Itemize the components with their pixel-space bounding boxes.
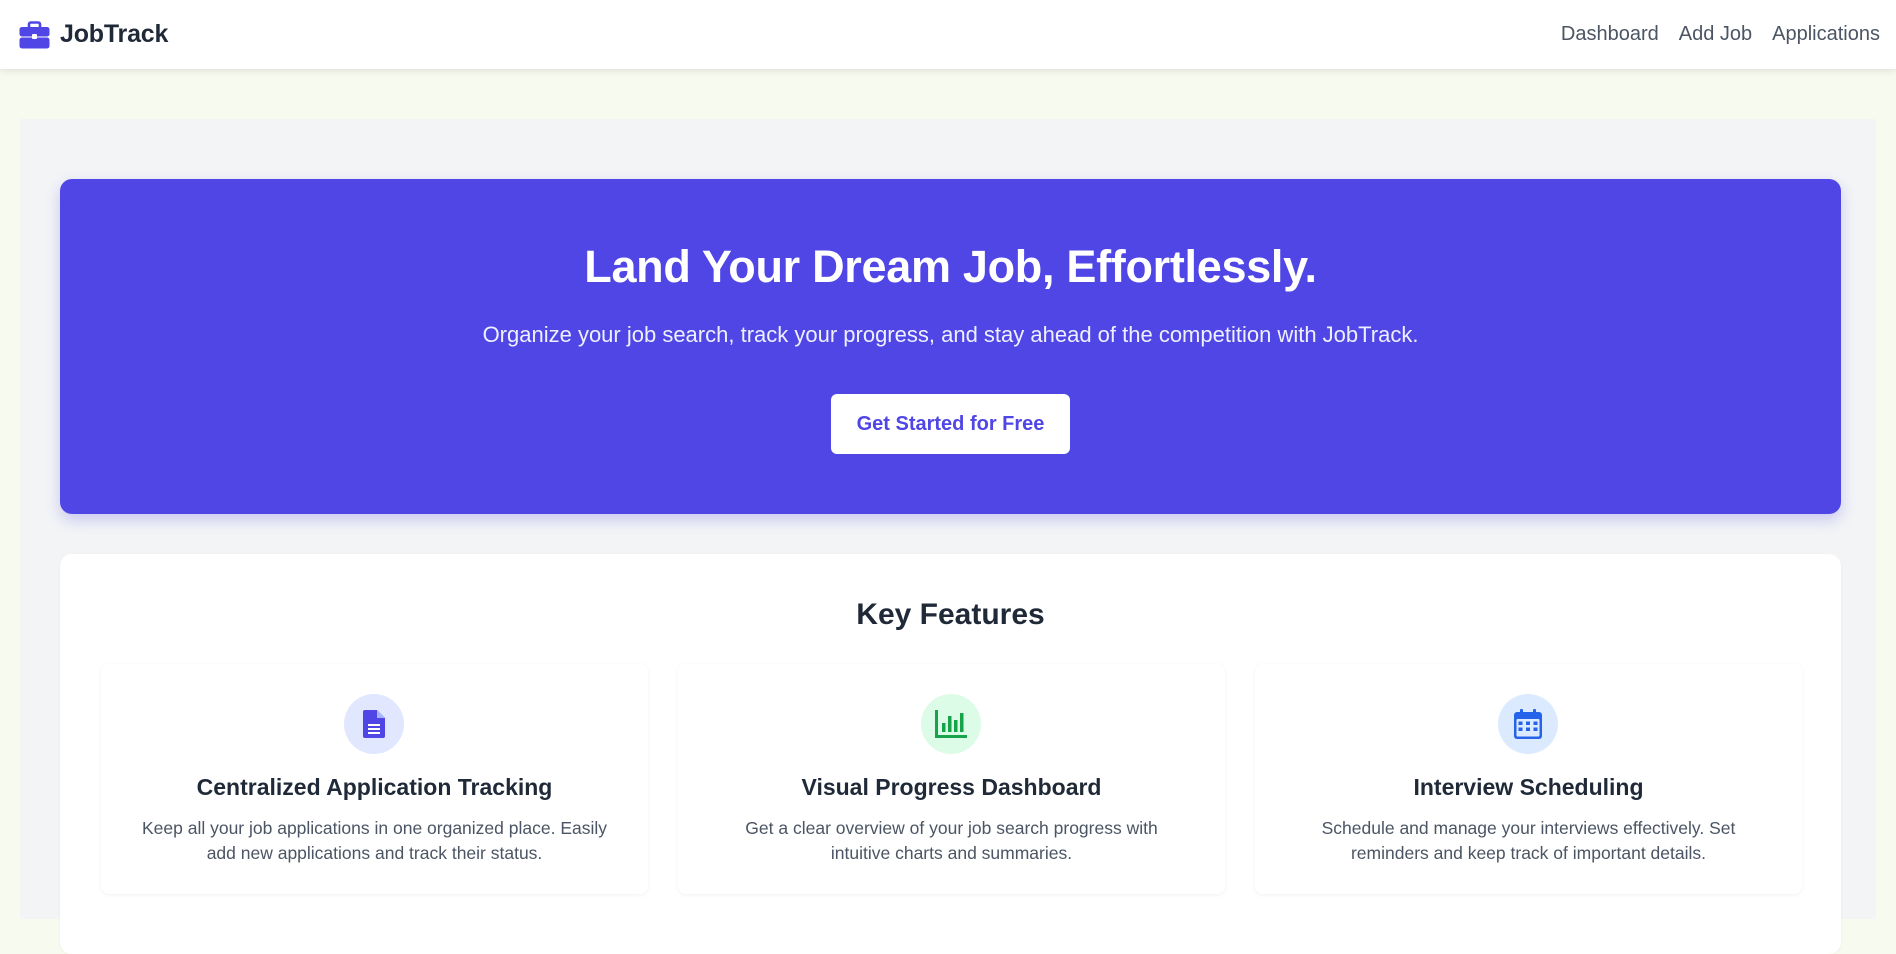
brand[interactable]: JobTrack: [19, 20, 168, 49]
nav-links: Dashboard Add Job Applications: [1561, 23, 1880, 46]
feature-title: Interview Scheduling: [1413, 774, 1644, 800]
nav-link-dashboard[interactable]: Dashboard: [1561, 23, 1659, 46]
feature-description: Schedule and manage your interviews effe…: [1321, 818, 1736, 863]
feature-title: Centralized Application Tracking: [196, 774, 553, 800]
feature-card-tracking: Centralized Application Tracking Keep al…: [101, 664, 648, 894]
top-navbar: JobTrack Dashboard Add Job Applications: [0, 0, 1896, 69]
feature-title: Visual Progress Dashboard: [801, 774, 1102, 800]
feature-description: Get a clear overview of your job search …: [745, 818, 1158, 863]
briefcase-icon: [19, 20, 50, 48]
document-icon: [363, 710, 385, 738]
nav-link-applications[interactable]: Applications: [1772, 23, 1880, 46]
features-section: Key Features Centralized Application Tra…: [60, 554, 1841, 954]
hero-subtitle: Organize your job search, track your pro…: [482, 322, 1419, 347]
hero-title: Land Your Dream Job, Effortlessly.: [584, 241, 1317, 292]
feature-icon-badge: [921, 694, 981, 754]
brand-name: JobTrack: [60, 20, 169, 48]
hero-section: Land Your Dream Job, Effortlessly. Organ…: [60, 179, 1841, 514]
get-started-button[interactable]: Get Started for Free: [831, 394, 1070, 454]
feature-icon-badge: [344, 694, 404, 754]
chart-icon: [935, 710, 967, 738]
features-title: Key Features: [856, 598, 1045, 631]
feature-icon-badge: [1498, 694, 1558, 754]
feature-card-scheduling: Interview Scheduling Schedule and manage…: [1255, 664, 1802, 894]
calendar-icon: [1514, 709, 1542, 739]
feature-description: Keep all your job applications in one or…: [141, 818, 607, 863]
feature-card-dashboard: Visual Progress Dashboard Get a clear ov…: [678, 664, 1225, 894]
nav-link-add-job[interactable]: Add Job: [1679, 23, 1752, 46]
